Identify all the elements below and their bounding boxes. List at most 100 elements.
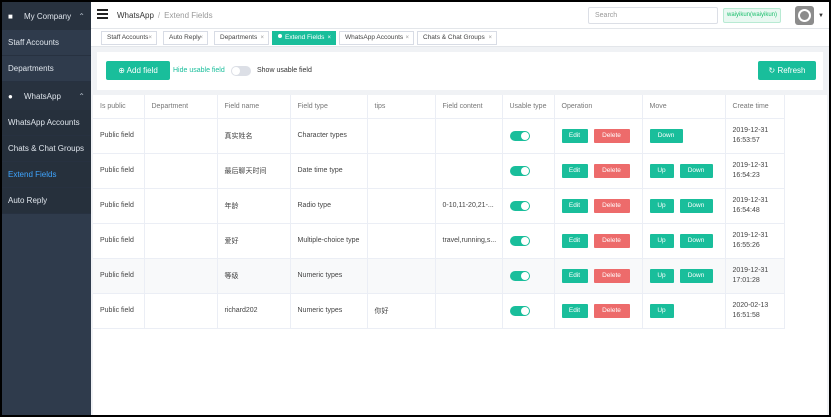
close-icon[interactable]: × [260, 32, 264, 44]
move-up-button[interactable]: Up [649, 268, 674, 283]
table-row: Public field 真实姓名 Character types Edit De… [93, 118, 785, 154]
edit-button[interactable]: Edit [561, 268, 588, 283]
edit-button[interactable]: Edit [561, 198, 588, 213]
cell-field-name: 最后聊天时间 [217, 153, 291, 189]
cell-operation: Edit Delete [554, 223, 643, 259]
refresh-button[interactable]: ↻ Refresh [758, 61, 816, 80]
sidebar-item-staff-accounts[interactable]: Staff Accounts [2, 30, 91, 56]
sidebar-group-whatsapp[interactable]: ● WhatsApp ⌃ [2, 82, 91, 110]
caret-down-icon[interactable]: ▼ [818, 13, 824, 19]
cell-move: Up Down [642, 153, 726, 189]
close-icon[interactable]: × [199, 32, 203, 44]
usable-field-switch[interactable] [231, 66, 251, 76]
cell-field-content [435, 258, 503, 294]
column-header: tips [367, 95, 436, 119]
cell-field-content: travel,running,s... [435, 223, 503, 259]
usable-toggle[interactable] [509, 305, 530, 316]
user-name-badge[interactable]: waiyikun(waiyikun) [723, 8, 782, 23]
sidebar-item-whatsapp-accounts[interactable]: WhatsApp Accounts [2, 110, 91, 136]
column-header: Move [642, 95, 726, 119]
breadcrumb-separator: / [157, 11, 161, 20]
fields-table-panel: Is public Department Field name Field ty… [93, 95, 827, 415]
tab-auto-reply[interactable]: Auto Reply × [163, 31, 208, 45]
move-up-button[interactable]: Up [649, 163, 674, 178]
tab-chats-groups[interactable]: Chats & Chat Groups × [417, 31, 497, 45]
cell-operation: Edit Delete [554, 153, 643, 189]
toolbar: ⊕ Add field Hide usable field Show usabl… [97, 52, 823, 90]
breadcrumb: WhatsApp / Extend Fields [117, 11, 213, 20]
close-icon[interactable]: × [327, 32, 331, 44]
move-down-button[interactable]: Down [649, 128, 683, 143]
edit-button[interactable]: Edit [561, 163, 588, 178]
delete-button[interactable]: Delete [593, 198, 630, 213]
avatar[interactable] [795, 6, 814, 25]
sidebar-item-label: WhatsApp Accounts [8, 118, 80, 127]
delete-button[interactable]: Delete [593, 163, 630, 178]
close-icon[interactable]: × [488, 32, 492, 44]
tab-staff-accounts[interactable]: Staff Accounts × [101, 31, 157, 45]
delete-button[interactable]: Delete [593, 233, 630, 248]
move-down-button[interactable]: Down [679, 198, 713, 213]
breadcrumb-item[interactable]: WhatsApp [117, 11, 154, 20]
delete-button[interactable]: Delete [593, 268, 630, 283]
move-up-button[interactable]: Up [649, 303, 674, 318]
sidebar-item-auto-reply[interactable]: Auto Reply [2, 188, 91, 214]
search-input[interactable]: Search [588, 7, 718, 24]
cell-create-time: 2019-12-31 16:53:57 [725, 118, 785, 154]
cell-is-public: Public field [93, 258, 145, 294]
cell-operation: Edit Delete [554, 188, 643, 224]
edit-button[interactable]: Edit [561, 128, 588, 143]
create-date: 2019-12-31 [732, 266, 769, 274]
edit-button[interactable]: Edit [561, 303, 588, 318]
tab-extend-fields[interactable]: Extend Fields × [272, 31, 336, 45]
usable-toggle[interactable] [509, 200, 530, 211]
cell-move: Up Down [642, 223, 726, 259]
close-icon[interactable]: × [148, 32, 152, 44]
usable-toggle[interactable] [509, 130, 530, 141]
cell-move: Up Down [642, 258, 726, 294]
move-up-button[interactable]: Up [649, 233, 674, 248]
create-time: 17:01:28 [732, 276, 760, 284]
create-time: 16:51:58 [732, 311, 760, 319]
move-up-button[interactable]: Up [649, 198, 674, 213]
sidebar-item-label: Auto Reply [8, 196, 48, 205]
sidebar-item-label: Staff Accounts [8, 38, 59, 47]
menu-toggle-icon[interactable] [97, 9, 108, 19]
sidebar-item-label: Chats & Chat Groups [8, 144, 85, 153]
move-down-button[interactable]: Down [679, 268, 713, 283]
cell-usable [502, 118, 555, 154]
cell-operation: Edit Delete [554, 258, 643, 294]
delete-button[interactable]: Delete [593, 128, 630, 143]
sidebar-item-label: Departments [8, 64, 54, 73]
sidebar-item-extend-fields[interactable]: Extend Fields [2, 162, 91, 188]
hide-usable-label[interactable]: Hide usable field [173, 67, 225, 74]
table-header-row: Is public Department Field name Field ty… [93, 95, 785, 119]
tab-departments[interactable]: Departments × [214, 31, 269, 45]
sidebar-item-label: Extend Fields [8, 170, 57, 179]
usable-toggle[interactable] [509, 165, 530, 176]
cell-operation: Edit Delete [554, 293, 643, 329]
show-usable-label[interactable]: Show usable field [257, 67, 312, 74]
sidebar-item-departments[interactable]: Departments [2, 56, 91, 82]
move-down-button[interactable]: Down [679, 233, 713, 248]
cell-field-type: Radio type [290, 188, 368, 224]
edit-button[interactable]: Edit [561, 233, 588, 248]
add-field-button[interactable]: ⊕ Add field [106, 61, 170, 80]
sidebar-group-label: WhatsApp [24, 91, 61, 101]
close-icon[interactable]: × [405, 32, 409, 44]
cell-create-time: 2019-12-31 17:01:28 [725, 258, 785, 294]
sidebar-group-company[interactable]: ■ My Company ⌃ [2, 2, 91, 30]
cell-is-public: Public field [93, 188, 145, 224]
tab-whatsapp-accounts[interactable]: WhatsApp Accounts × [339, 31, 414, 45]
usable-toggle[interactable] [509, 270, 530, 281]
column-header: Create time [725, 95, 785, 119]
add-field-label: Add field [126, 66, 158, 75]
usable-toggle[interactable] [509, 235, 530, 246]
create-time: 16:54:48 [732, 206, 760, 214]
sidebar-item-chats-groups[interactable]: Chats & Chat Groups [2, 136, 91, 162]
cell-department [144, 188, 218, 224]
delete-button[interactable]: Delete [593, 303, 630, 318]
refresh-icon: ↻ [768, 66, 776, 75]
cell-usable [502, 188, 555, 224]
move-down-button[interactable]: Down [679, 163, 713, 178]
